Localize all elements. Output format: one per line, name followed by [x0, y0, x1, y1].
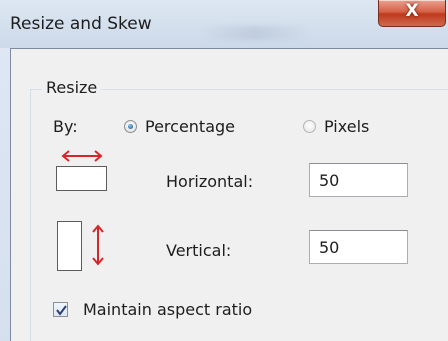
pixels-label[interactable]: Pixels [324, 117, 369, 136]
horizontal-label: Horizontal: [166, 172, 254, 191]
vertical-label: Vertical: [166, 241, 232, 260]
checkmark-icon [56, 305, 67, 316]
by-label: By: [53, 117, 78, 136]
background-blur [200, 26, 310, 40]
horizontal-resize-arrow-icon [61, 150, 103, 162]
title-bar[interactable]: Resize and Skew X [0, 0, 448, 48]
close-button[interactable]: X [378, 0, 446, 27]
resize-group-title: Resize [42, 78, 102, 97]
maintain-aspect-ratio-checkbox[interactable] [53, 302, 68, 317]
vertical-resize-arrow-icon [92, 224, 104, 266]
horizontal-preview-box [56, 166, 107, 191]
resize-skew-dialog: Resize and Skew X Resize By: Percentage … [0, 0, 448, 341]
percentage-radio[interactable] [124, 120, 137, 133]
percentage-label[interactable]: Percentage [145, 117, 235, 136]
horizontal-input[interactable]: 50 [309, 163, 408, 197]
maintain-aspect-ratio-label[interactable]: Maintain aspect ratio [83, 300, 252, 319]
close-icon: X [405, 1, 419, 21]
vertical-input[interactable]: 50 [309, 230, 408, 264]
window-title: Resize and Skew [10, 14, 152, 34]
pixels-radio[interactable] [303, 120, 316, 133]
vertical-preview-box [57, 221, 82, 271]
